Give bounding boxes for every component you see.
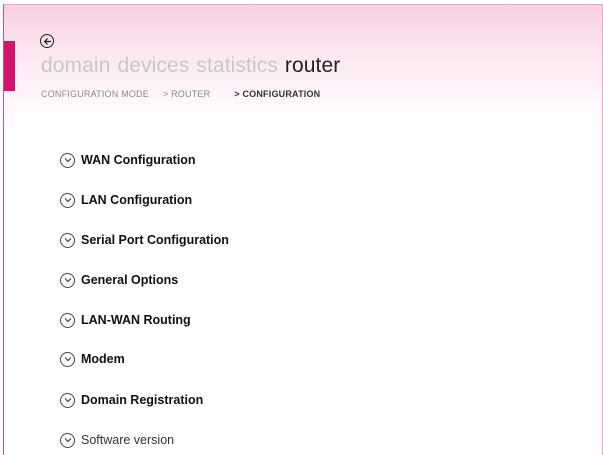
breadcrumb: CONFIGURATION MODE > ROUTER > CONFIGURAT…	[41, 88, 320, 100]
section-label: Domain Registration	[81, 393, 204, 407]
section-label: General Options	[81, 273, 179, 287]
nav-item-statistics[interactable]: statistics	[196, 52, 278, 80]
chevron-down-icon	[60, 351, 75, 367]
chevron-down-icon	[60, 152, 75, 168]
breadcrumb-configuration: > CONFIGURATION	[234, 89, 321, 99]
router-configuration-window: domain devices statistics router CONFIGU…	[0, 0, 603, 455]
chevron-down-icon	[60, 272, 75, 288]
breadcrumb-configuration-mode[interactable]: CONFIGURATION MODE	[41, 88, 149, 100]
nav-item-devices[interactable]: devices	[117, 52, 189, 80]
nav-item-domain[interactable]: domain	[41, 52, 110, 80]
section-label: Serial Port Configuration	[81, 233, 229, 247]
accent-strip	[4, 41, 15, 91]
section-label: Software version	[81, 433, 175, 447]
top-navigation: domain devices statistics router	[41, 52, 340, 80]
section-wan-configuration[interactable]: WAN Configuration	[60, 152, 196, 168]
chevron-down-icon	[60, 392, 75, 408]
back-button[interactable]	[40, 34, 54, 48]
section-lan-wan-routing[interactable]: LAN-WAN Routing	[60, 312, 191, 328]
breadcrumb-router[interactable]: > ROUTER	[163, 88, 210, 100]
chevron-down-icon	[60, 232, 75, 248]
section-label: WAN Configuration	[81, 153, 196, 167]
chevron-down-icon	[60, 312, 75, 328]
section-domain-registration[interactable]: Domain Registration	[60, 392, 203, 408]
section-lan-configuration[interactable]: LAN Configuration	[60, 192, 192, 208]
section-label: Modem	[81, 352, 125, 366]
back-arrow-icon	[43, 37, 51, 45]
nav-item-router[interactable]: router	[285, 52, 340, 80]
section-general-options[interactable]: General Options	[60, 272, 178, 288]
section-modem[interactable]: Modem	[60, 351, 125, 367]
section-label: LAN-WAN Routing	[81, 313, 191, 327]
section-software-version[interactable]: Software version	[60, 432, 174, 448]
section-serial-port-configuration[interactable]: Serial Port Configuration	[60, 232, 229, 248]
chevron-down-icon	[60, 192, 75, 208]
chevron-down-icon	[60, 432, 75, 448]
section-label: LAN Configuration	[81, 193, 193, 207]
